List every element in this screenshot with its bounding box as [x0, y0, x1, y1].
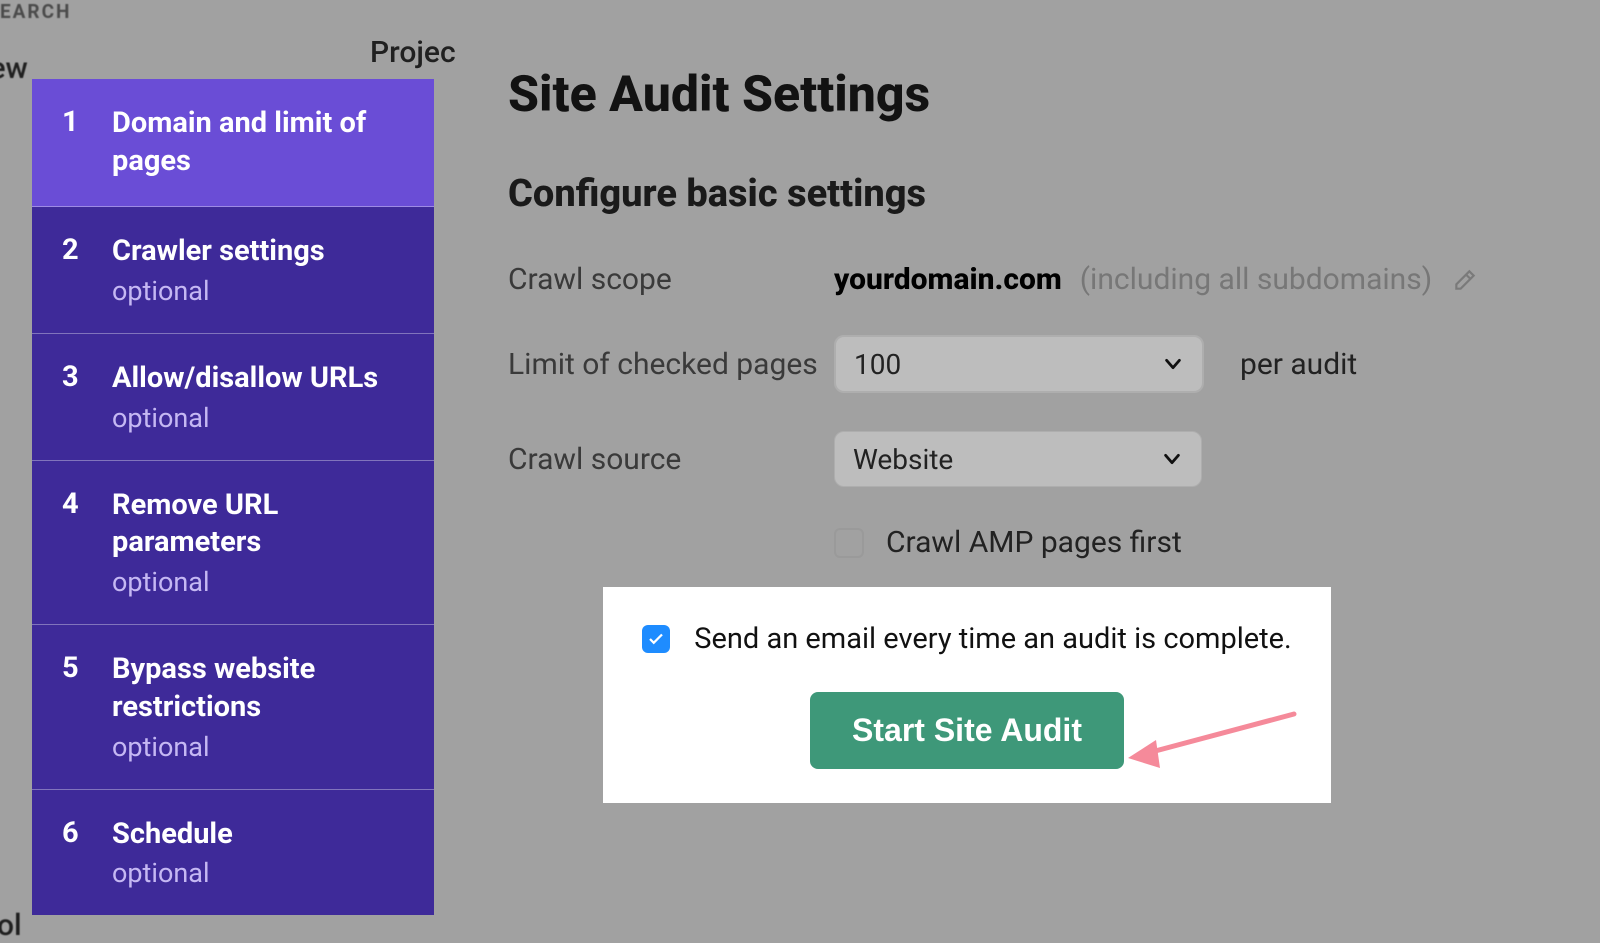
row-crawl-scope: Crawl scope yourdomain.com (including al… [508, 262, 1526, 297]
crawl-scope-note: (including all subdomains) [1080, 262, 1432, 297]
wizard-step-4[interactable]: 4 Remove URL parameters optional [32, 461, 434, 625]
wizard-step-number: 5 [62, 651, 80, 762]
crawl-source-select[interactable]: Website [834, 431, 1202, 487]
wizard-step-label: Crawler settings [112, 233, 325, 271]
wizard-step-number: 3 [62, 360, 80, 434]
crawl-amp-checkbox[interactable] [834, 528, 864, 558]
email-notify-checkbox[interactable] [642, 625, 670, 653]
row-crawl-source: Crawl source Website [508, 431, 1526, 487]
wizard-step-label: Remove URL parameters [112, 487, 404, 562]
crawl-scope-label: Crawl scope [508, 262, 834, 297]
limit-pages-select[interactable]: 100 [834, 335, 1204, 393]
wizard-step-optional: optional [112, 857, 233, 889]
wizard-step-label: Bypass website restrictions [112, 651, 404, 726]
wizard-step-label: Domain and limit of pages [112, 105, 404, 180]
wizard-step-optional: optional [112, 402, 378, 434]
action-card: Send an email every time an audit is com… [603, 587, 1331, 803]
wizard-step-number: 4 [62, 487, 80, 598]
start-site-audit-button[interactable]: Start Site Audit [810, 692, 1124, 769]
limit-pages-value: 100 [854, 348, 901, 381]
wizard-step-label: Allow/disallow URLs [112, 360, 378, 398]
limit-pages-label: Limit of checked pages [508, 347, 834, 382]
edit-scope-icon[interactable] [1450, 265, 1480, 295]
panel-subtitle: Configure basic settings [508, 172, 1526, 216]
wizard-step-1[interactable]: 1 Domain and limit of pages [32, 79, 434, 207]
chevron-down-icon [1162, 353, 1184, 375]
wizard-step-number: 6 [62, 816, 80, 890]
panel-title: Site Audit Settings [508, 66, 1526, 124]
row-crawl-amp[interactable]: Crawl AMP pages first [834, 525, 1526, 560]
wizard-step-optional: optional [112, 275, 325, 307]
wizard-step-label: Schedule [112, 816, 233, 854]
limit-pages-suffix: per audit [1240, 347, 1357, 382]
wizard-step-optional: optional [112, 731, 404, 763]
crawl-scope-domain: yourdomain.com [834, 262, 1062, 297]
crawl-source-value: Website [853, 443, 953, 476]
email-notify-label: Send an email every time an audit is com… [694, 622, 1291, 656]
crawl-amp-label: Crawl AMP pages first [886, 525, 1182, 560]
crawl-source-label: Crawl source [508, 442, 834, 477]
wizard-step-number: 1 [62, 105, 80, 180]
wizard-step-2[interactable]: 2 Crawler settings optional [32, 207, 434, 334]
wizard-step-3[interactable]: 3 Allow/disallow URLs optional [32, 334, 434, 461]
wizard-step-5[interactable]: 5 Bypass website restrictions optional [32, 625, 434, 789]
wizard-step-number: 2 [62, 233, 80, 307]
row-limit-pages: Limit of checked pages 100 per audit [508, 335, 1526, 393]
wizard-step-6[interactable]: 6 Scheduleoptional [32, 790, 434, 916]
email-notify-row[interactable]: Send an email every time an audit is com… [642, 622, 1291, 656]
wizard-steps-sidebar: 1 Domain and limit of pages 2 Crawler setti… [32, 79, 434, 915]
chevron-down-icon [1161, 448, 1183, 470]
wizard-step-optional: optional [112, 566, 404, 598]
